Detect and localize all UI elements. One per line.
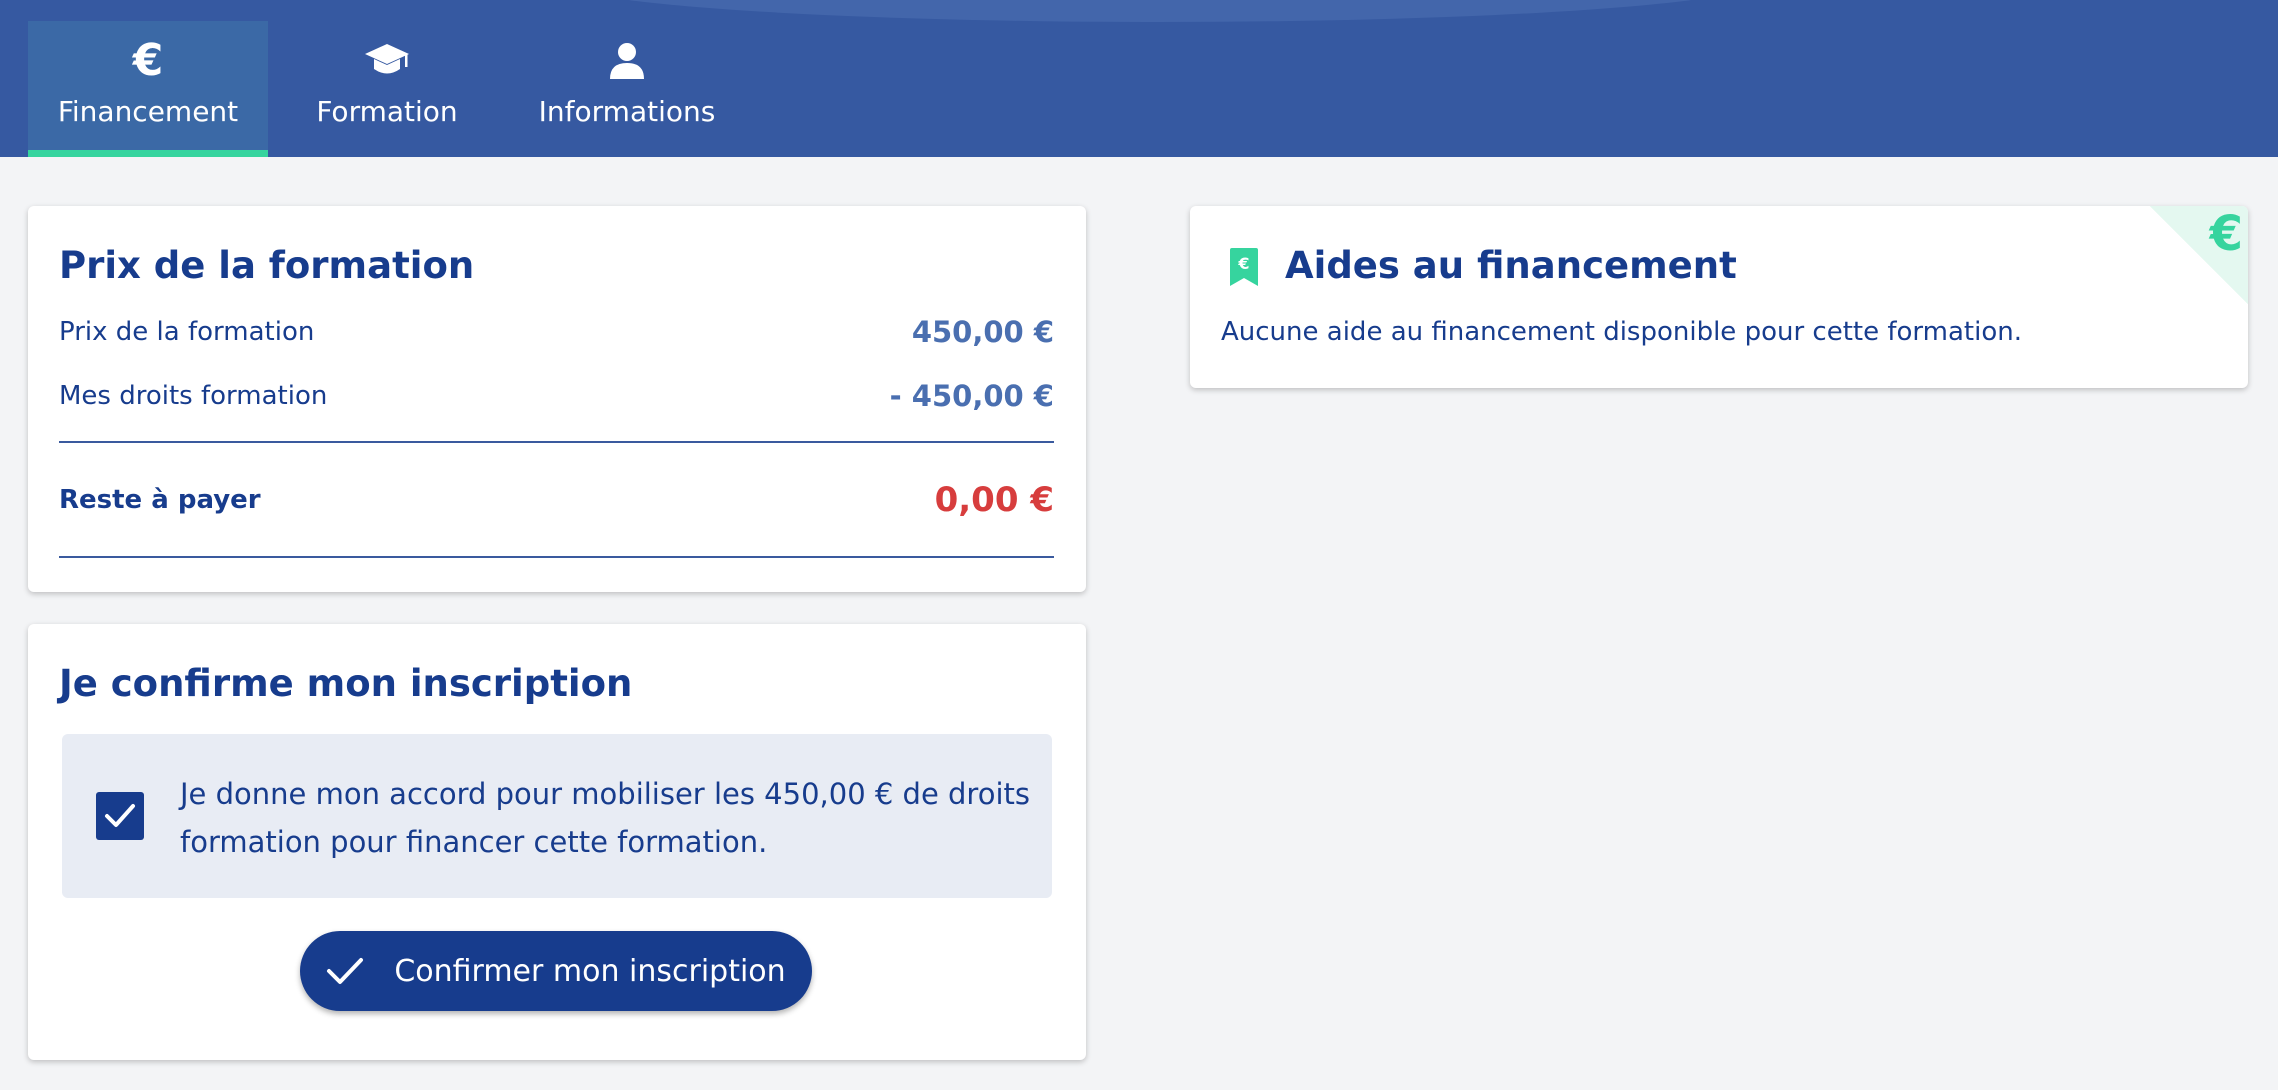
- rights-value: - 450,00 €: [889, 379, 1054, 413]
- aid-card-text: Aucune aide au financement disponible po…: [1221, 317, 2022, 347]
- tab-informations[interactable]: Informations: [530, 21, 724, 157]
- divider: [59, 556, 1054, 558]
- rights-row: Mes droits formation - 450,00 €: [59, 378, 1054, 414]
- divider: [59, 441, 1054, 443]
- top-navigation-bar: € Financement Formation Informations: [0, 0, 2278, 157]
- svg-text:€: €: [1237, 254, 1249, 273]
- graduation-cap-icon: [364, 39, 410, 83]
- user-icon: [609, 39, 645, 83]
- checkmark-icon: [105, 804, 135, 827]
- aid-card-title: Aides au financement: [1285, 244, 1737, 287]
- rights-label: Mes droits formation: [59, 381, 328, 411]
- price-label: Prix de la formation: [59, 317, 315, 347]
- confirm-card: Je confirme mon inscription Je donne mon…: [28, 624, 1086, 1060]
- euro-icon: €: [132, 35, 164, 86]
- aid-card: € € Aides au financement Aucune aide au …: [1190, 206, 2248, 388]
- total-label: Reste à payer: [59, 485, 261, 515]
- consent-text: Je donne mon accord pour mobiliser les 4…: [180, 777, 1030, 859]
- header-wave-decoration: [560, 0, 1760, 22]
- confirm-card-title: Je confirme mon inscription: [59, 662, 633, 705]
- tab-formation[interactable]: Formation: [300, 21, 474, 157]
- total-value: 0,00 €: [934, 480, 1054, 520]
- confirm-registration-button[interactable]: Confirmer mon inscription: [300, 931, 812, 1011]
- consent-box: Je donne mon accord pour mobiliser les 4…: [62, 734, 1052, 898]
- tab-financement[interactable]: € Financement: [28, 21, 268, 157]
- price-card: Prix de la formation Prix de la formatio…: [28, 206, 1086, 592]
- tab-label: Informations: [538, 95, 716, 128]
- euro-bookmark-icon: €: [1230, 248, 1258, 286]
- tab-label: Financement: [57, 95, 239, 128]
- tab-label: Formation: [316, 95, 458, 128]
- consent-checkbox[interactable]: [96, 792, 144, 840]
- price-row: Prix de la formation 450,00 €: [59, 314, 1054, 350]
- total-row: Reste à payer 0,00 €: [59, 480, 1054, 520]
- confirm-button-label: Confirmer mon inscription: [394, 953, 786, 989]
- price-card-title: Prix de la formation: [59, 244, 475, 287]
- price-value: 450,00 €: [911, 315, 1054, 349]
- euro-icon: €: [2209, 206, 2243, 262]
- check-icon: [326, 951, 366, 991]
- active-tab-indicator: [28, 150, 268, 157]
